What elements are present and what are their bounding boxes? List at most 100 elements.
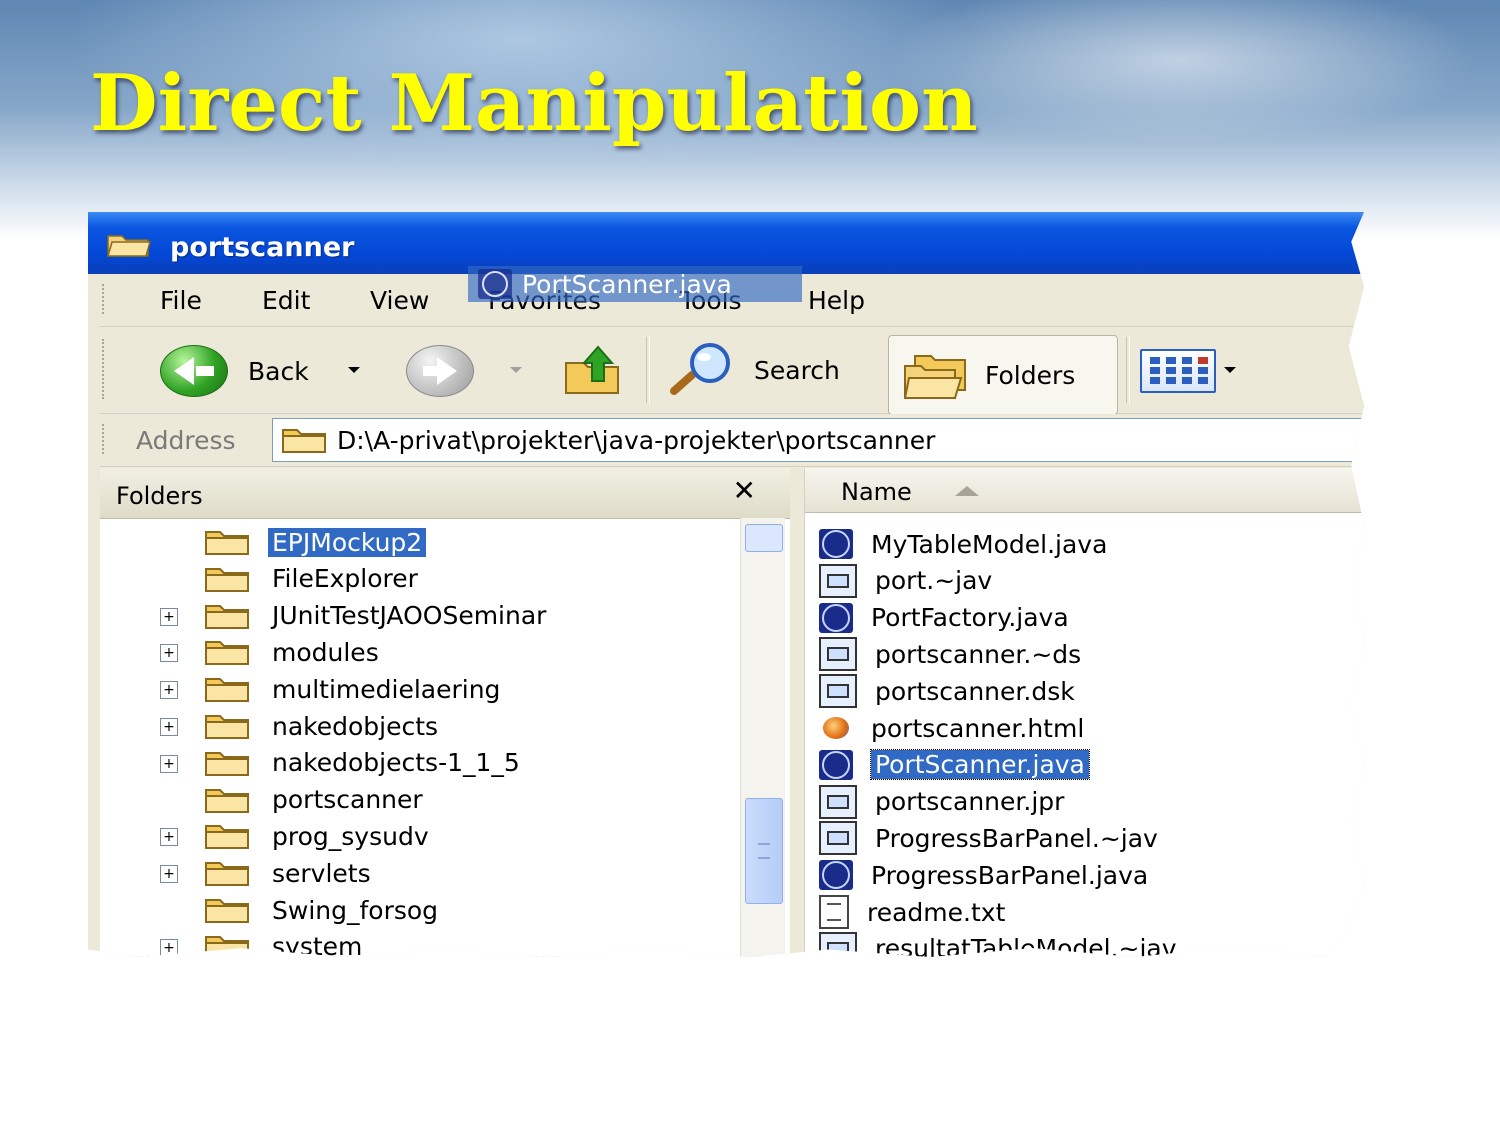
- folder-icon: [205, 641, 249, 666]
- file-name: resultatTableModel.~jav: [875, 934, 1177, 957]
- tree-item[interactable]: + nakedobjects: [100, 708, 740, 744]
- name-column-header[interactable]: Name: [805, 468, 1364, 513]
- tree-item-label: nakedobjects-1_1_5: [272, 748, 520, 778]
- folder-icon: [205, 567, 249, 592]
- close-icon[interactable]: ✕: [733, 474, 756, 507]
- toolbar-grip[interactable]: [102, 339, 108, 399]
- address-input[interactable]: D:\A-privat\projekter\java-projekter\por…: [272, 418, 1364, 462]
- tree-item[interactable]: + modules: [100, 634, 740, 670]
- file-list-item[interactable]: ProgressBarPanel.~jav: [819, 820, 1158, 856]
- file-list-item[interactable]: readme.txt: [819, 894, 1005, 930]
- address-value: D:\A-privat\projekter\java-projekter\por…: [337, 425, 936, 455]
- views-dropdown[interactable]: [1224, 367, 1236, 373]
- drag-ghost-label: PortScanner.java: [522, 269, 732, 299]
- file-list-item[interactable]: resultatTableModel.~jav: [819, 931, 1177, 957]
- expand-plus-icon[interactable]: +: [160, 607, 178, 626]
- expand-plus-icon[interactable]: +: [160, 865, 178, 884]
- tree-item-label: Swing_forsog: [272, 895, 439, 925]
- expand-plus-icon[interactable]: +: [160, 718, 178, 736]
- file-list-item[interactable]: portscanner.dsk: [819, 673, 1075, 709]
- expand-plus-icon[interactable]: +: [160, 754, 178, 773]
- tree-item-label: system: [272, 932, 363, 957]
- file-name: port.~jav: [875, 566, 993, 596]
- forward-history-dropdown[interactable]: [510, 367, 522, 373]
- tree-item[interactable]: + servlets: [100, 855, 740, 891]
- tree-item[interactable]: + JUnitTestJAOOSeminar: [100, 598, 740, 634]
- name-column-label: Name: [841, 478, 912, 506]
- tree-item[interactable]: portscanner: [100, 782, 740, 818]
- doc-file-icon: [819, 931, 857, 957]
- menubar-grip[interactable]: [102, 284, 108, 314]
- forward-button[interactable]: [406, 345, 474, 397]
- explorer-window: portscanner File Edit View Favorites Too…: [88, 212, 1364, 957]
- back-history-dropdown[interactable]: [348, 367, 360, 373]
- chevron-down-icon: [348, 367, 360, 373]
- up-folder-button[interactable]: [562, 341, 624, 397]
- tree-item-label: EPJMockup2: [268, 527, 427, 557]
- folders-scrollbar[interactable]: [740, 518, 785, 957]
- file-list-item[interactable]: portscanner.~ds: [819, 636, 1081, 672]
- tree-item[interactable]: FileExplorer: [100, 561, 740, 597]
- folder-icon: [205, 788, 249, 813]
- file-list-item[interactable]: ProgressBarPanel.java: [819, 857, 1148, 893]
- file-list-item[interactable]: MyTableModel.java: [819, 526, 1107, 562]
- folders-icon: [903, 355, 966, 399]
- expand-plus-icon[interactable]: +: [160, 938, 178, 957]
- search-icon: [670, 343, 730, 395]
- file-name: ProgressBarPanel.~jav: [875, 823, 1158, 853]
- folder-icon: [205, 751, 249, 776]
- address-label: Address: [136, 426, 236, 455]
- file-list-item[interactable]: PortScanner.java: [819, 747, 1090, 783]
- file-name: portscanner.html: [871, 713, 1085, 743]
- toolbar-separator: [1126, 337, 1130, 403]
- tree-item[interactable]: + system: [100, 929, 740, 957]
- tree-item-label: servlets: [272, 858, 371, 888]
- tree-item[interactable]: + nakedobjects-1_1_5: [100, 745, 740, 781]
- expand-plus-icon[interactable]: +: [160, 828, 178, 847]
- drag-ghost: PortScanner.java: [468, 266, 802, 302]
- folders-button[interactable]: Folders: [888, 335, 1118, 415]
- tree-item[interactable]: Swing_forsog: [100, 892, 740, 928]
- file-list-item[interactable]: portscanner.jpr: [819, 784, 1064, 820]
- tree-item-label: JUnitTestJAOOSeminar: [272, 601, 547, 631]
- folder-icon: [205, 862, 249, 887]
- folder-icon: [205, 604, 249, 629]
- doc-file-icon: [819, 784, 857, 819]
- doc-file-icon: [819, 674, 857, 709]
- tree-item[interactable]: EPJMockup2: [100, 524, 740, 560]
- file-list-item[interactable]: portscanner.html: [819, 710, 1084, 746]
- window-title: portscanner: [170, 232, 355, 263]
- addressbar-grip[interactable]: [102, 424, 108, 454]
- up-folder-icon: [565, 345, 619, 394]
- back-arrow-icon: [160, 345, 228, 397]
- search-button[interactable]: Search: [666, 341, 840, 399]
- tree-item[interactable]: + multimedielaering: [100, 671, 740, 707]
- chevron-down-icon: [510, 367, 522, 373]
- doc-file-icon: [819, 821, 857, 856]
- menu-view[interactable]: View: [370, 286, 429, 315]
- expand-plus-icon[interactable]: +: [160, 681, 178, 700]
- standard-toolbar: Back Search Folders: [100, 327, 1364, 415]
- folders-button-content: Folders: [901, 350, 1075, 400]
- menu-edit[interactable]: Edit: [262, 286, 310, 315]
- doc-file-icon: [819, 563, 857, 598]
- scrollbar-thumb[interactable]: [745, 798, 783, 904]
- tree-item[interactable]: + prog_sysudv: [100, 818, 740, 854]
- file-name: portscanner.dsk: [875, 676, 1075, 706]
- java-file-icon: [819, 860, 853, 891]
- scroll-up-button[interactable]: [745, 524, 783, 552]
- file-name: ProgressBarPanel.java: [871, 860, 1149, 890]
- forward-arrow-icon: [406, 345, 474, 397]
- file-list-item[interactable]: PortFactory.java: [819, 600, 1069, 636]
- back-button[interactable]: Back: [160, 345, 309, 397]
- folder-icon: [282, 429, 326, 453]
- expand-plus-icon[interactable]: +: [160, 644, 178, 663]
- folder-icon: [205, 899, 249, 923]
- window-titlebar[interactable]: portscanner: [88, 212, 1364, 274]
- menu-file[interactable]: File: [160, 286, 202, 315]
- tree-item-label: FileExplorer: [272, 564, 418, 594]
- menu-help[interactable]: Help: [808, 286, 865, 315]
- file-list-item[interactable]: port.~jav: [819, 563, 992, 599]
- folders-pane: Folders ✕ EPJMockup2 FileExplorer + JUnitTe…: [100, 468, 790, 957]
- views-button[interactable]: [1140, 349, 1216, 393]
